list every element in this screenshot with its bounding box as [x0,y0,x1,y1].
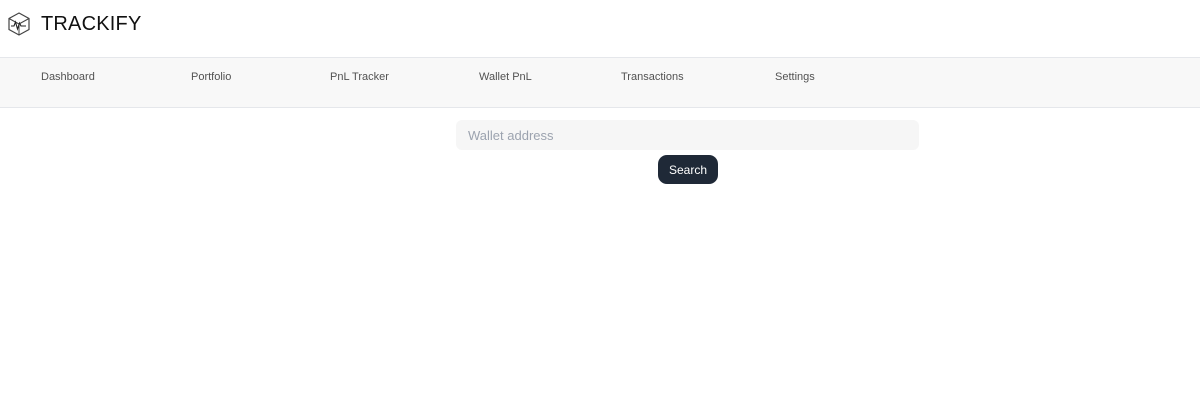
trackify-logo-icon [6,11,32,37]
nav-item-dashboard[interactable]: Dashboard [41,71,95,83]
nav-item-settings[interactable]: Settings [775,71,815,83]
app-header: TRACKIFY [0,0,1200,58]
nav-item-transactions[interactable]: Transactions [621,71,684,83]
brand[interactable]: TRACKIFY [6,11,142,37]
nav-item-portfolio[interactable]: Portfolio [191,71,231,83]
nav-item-wallet-pnl[interactable]: Wallet PnL [479,71,532,83]
wallet-address-input[interactable] [456,120,919,150]
main-nav: Dashboard Portfolio PnL Tracker Wallet P… [0,58,1200,108]
app-title: TRACKIFY [41,12,142,35]
search-button[interactable]: Search [658,155,718,184]
nav-item-pnl-tracker[interactable]: PnL Tracker [330,71,389,83]
